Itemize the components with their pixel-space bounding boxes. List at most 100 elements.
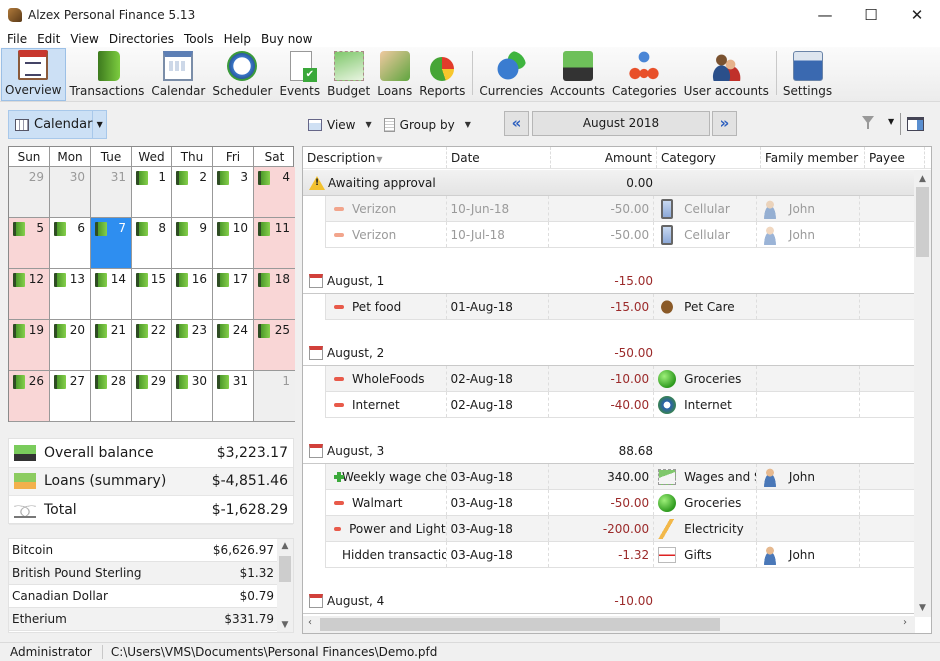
- column-header-family-member[interactable]: Family member: [761, 147, 865, 168]
- scrollbar-thumb[interactable]: [279, 556, 291, 582]
- menu-file[interactable]: File: [2, 32, 32, 46]
- calendar-day[interactable]: 13: [50, 269, 91, 320]
- calendar-day[interactable]: 16: [172, 269, 213, 320]
- grid-vertical-scrollbar[interactable]: ▲ ▼: [914, 170, 931, 617]
- toolbar-accounts-button[interactable]: Accounts: [547, 48, 608, 101]
- menu-view[interactable]: View: [65, 32, 103, 46]
- calendar-day[interactable]: 2: [172, 167, 213, 218]
- toolbar-transactions-button[interactable]: Transactions: [67, 48, 148, 101]
- toolbar-categories-button[interactable]: Categories: [609, 48, 680, 101]
- calendar-day[interactable]: 31: [213, 371, 254, 422]
- toolbar-currencies-button[interactable]: Currencies: [476, 48, 546, 101]
- previous-period-button[interactable]: «: [504, 111, 529, 136]
- menu-help[interactable]: Help: [219, 32, 256, 46]
- transaction-row[interactable]: Internet 02-Aug-18 -40.00 Internet: [325, 392, 915, 418]
- calendar-day[interactable]: 3: [213, 167, 254, 218]
- currency-row[interactable]: Canadian Dollar $0.79: [9, 585, 277, 608]
- grid-horizontal-scrollbar[interactable]: ‹ ›: [303, 616, 915, 633]
- toolbar-loans-button[interactable]: Loans: [374, 48, 415, 101]
- currency-row[interactable]: British Pound Sterling $1.32: [9, 562, 277, 585]
- column-header-date[interactable]: Date: [447, 147, 551, 168]
- summary-row[interactable]: Overall balance $3,223.17: [9, 439, 293, 468]
- scroll-left-icon[interactable]: ‹: [308, 617, 312, 628]
- calendar-day[interactable]: 20: [50, 320, 91, 371]
- calendar-day[interactable]: 25: [254, 320, 295, 371]
- toolbar-overview-button[interactable]: Overview: [1, 48, 66, 101]
- column-header-payee[interactable]: Payee: [865, 147, 925, 168]
- toolbar-calendar-button[interactable]: Calendar: [148, 48, 208, 101]
- group-header-row[interactable]: Awaiting approval 0.00: [303, 170, 915, 196]
- group-by-button[interactable]: Group by ▼: [380, 117, 471, 132]
- calendar-day[interactable]: 30: [50, 167, 91, 218]
- transaction-row[interactable]: Weekly wage check03-Aug-18340.00 Wages an…: [325, 464, 915, 490]
- calendar-day[interactable]: 6: [50, 218, 91, 269]
- calendar-day[interactable]: 1: [254, 371, 295, 422]
- calendar-day[interactable]: 19: [9, 320, 50, 371]
- calendar-day[interactable]: 26: [9, 371, 50, 422]
- calendar-day[interactable]: 27: [50, 371, 91, 422]
- calendar-day[interactable]: 28: [91, 371, 132, 422]
- transaction-row[interactable]: Verizon 10-Jun-18 -50.00 Cellular John: [325, 196, 915, 222]
- group-header-row[interactable]: August, 2 -50.00: [303, 340, 915, 366]
- next-period-button[interactable]: »: [712, 111, 737, 136]
- calendar-day[interactable]: 22: [132, 320, 172, 371]
- toolbar-scheduler-button[interactable]: Scheduler: [209, 48, 275, 101]
- scroll-down-icon[interactable]: ▼: [914, 603, 931, 613]
- toolbar-reports-button[interactable]: Reports: [416, 48, 468, 101]
- calendar-day[interactable]: 1: [132, 167, 172, 218]
- toolbar-events-button[interactable]: Events: [276, 48, 323, 101]
- toolbar-settings-button[interactable]: Settings: [780, 48, 835, 101]
- calendar-day[interactable]: 18: [254, 269, 295, 320]
- transaction-row[interactable]: Walmart 03-Aug-18 -50.00 Groceries: [325, 490, 915, 516]
- transaction-row[interactable]: Pet food 01-Aug-18 -15.00 Pet Care: [325, 294, 915, 320]
- scroll-down-icon[interactable]: ▼: [277, 620, 293, 630]
- transaction-row[interactable]: WholeFoods 02-Aug-18 -10.00 Groceries: [325, 366, 915, 392]
- summary-row[interactable]: Loans (summary) $-4,851.46: [9, 467, 293, 496]
- close-button[interactable]: ✕: [894, 0, 940, 30]
- calendar-day[interactable]: 23: [172, 320, 213, 371]
- transaction-row[interactable]: Power and Light 03-Aug-18 -200.00 Electrici…: [325, 516, 915, 542]
- calendar-day[interactable]: 17: [213, 269, 254, 320]
- view-selector-button[interactable]: Calendar: [9, 111, 94, 138]
- calendar-day[interactable]: 11: [254, 218, 295, 269]
- column-header-category[interactable]: Category: [657, 147, 761, 168]
- group-header-row[interactable]: August, 3 88.68: [303, 438, 915, 464]
- column-header-description[interactable]: Description▼: [303, 147, 447, 168]
- minimize-button[interactable]: —: [802, 0, 848, 30]
- menu-edit[interactable]: Edit: [32, 32, 65, 46]
- calendar-day[interactable]: 29: [9, 167, 50, 218]
- calendar-day[interactable]: 14: [91, 269, 132, 320]
- calendar-day[interactable]: 15: [132, 269, 172, 320]
- calendar-day[interactable]: 9: [172, 218, 213, 269]
- currency-row[interactable]: Bitcoin $6,626.97: [9, 539, 277, 562]
- calendar-day[interactable]: 7: [91, 218, 132, 269]
- toolbar-budget-button[interactable]: Budget: [324, 48, 373, 101]
- filter-icon[interactable]: [862, 116, 874, 129]
- maximize-button[interactable]: ☐: [848, 0, 894, 30]
- calendar-day[interactable]: 21: [91, 320, 132, 371]
- calendar-day[interactable]: 24: [213, 320, 254, 371]
- calendar-day[interactable]: 4: [254, 167, 295, 218]
- scroll-up-icon[interactable]: ▲: [914, 174, 931, 184]
- scroll-up-icon[interactable]: ▲: [277, 541, 293, 551]
- currency-row[interactable]: Etherium $331.79: [9, 608, 277, 631]
- toggle-panel-icon[interactable]: [907, 117, 924, 131]
- summary-row[interactable]: Total $-1,628.29: [9, 496, 293, 525]
- period-label[interactable]: August 2018: [532, 111, 710, 136]
- calendar-day[interactable]: 8: [132, 218, 172, 269]
- menu-tools[interactable]: Tools: [179, 32, 219, 46]
- view-selector-dropdown[interactable]: Calendar ▼: [8, 110, 107, 139]
- transaction-row[interactable]: Verizon 10-Jul-18 -50.00 Cellular John: [325, 222, 915, 248]
- view-menu-button[interactable]: View ▼: [302, 118, 372, 132]
- calendar-day[interactable]: 12: [9, 269, 50, 320]
- menu-directories[interactable]: Directories: [104, 32, 179, 46]
- group-header-row[interactable]: August, 1 -15.00: [303, 268, 915, 294]
- calendar-day[interactable]: 5: [9, 218, 50, 269]
- calendar-day[interactable]: 29: [132, 371, 172, 422]
- group-header-row[interactable]: August, 4 -10.00: [303, 588, 915, 614]
- calendar-day[interactable]: 10: [213, 218, 254, 269]
- scrollbar-thumb[interactable]: [916, 187, 929, 257]
- transaction-row[interactable]: Hidden transaction 03-Aug-18 -1.32 Gifts Joh…: [325, 542, 915, 568]
- filter-dropdown-arrow[interactable]: ▼: [888, 117, 894, 126]
- menu-buy-now[interactable]: Buy now: [256, 32, 318, 46]
